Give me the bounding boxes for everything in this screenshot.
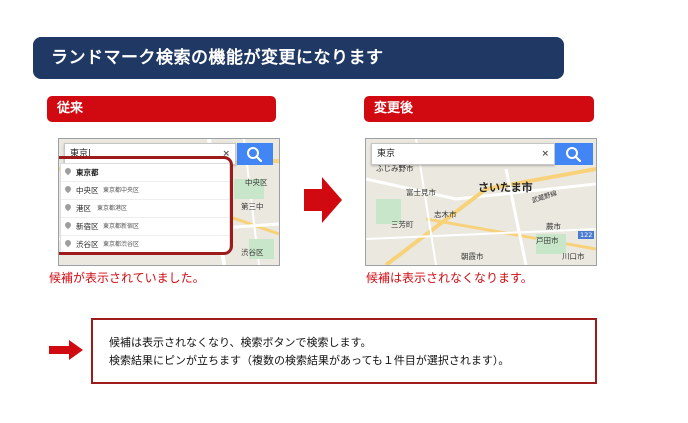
map-label: 富士見市 [406,188,436,197]
map-label: 第三中 [241,202,264,211]
right-arrow-icon [49,340,83,360]
after-header-label: 変更後 [374,101,414,116]
clear-icon[interactable]: × [541,144,549,164]
notice-line-2: 検索結果にピンが立ちます（複数の検索結果があっても１件目が選択されます）。 [109,354,510,367]
map-label: 戸田市 [536,236,559,245]
search-input[interactable]: 東京 × [371,143,555,165]
after-header: 変更後 [364,96,594,122]
search-icon [566,147,582,163]
before-header: 従来 [47,96,276,122]
before-header-label: 従来 [57,101,84,116]
search-icon [247,147,263,163]
search-button[interactable] [555,143,593,165]
after-caption: 候補は表示されなくなります。 [366,271,533,285]
right-arrow-icon [304,177,342,223]
search-query: 東京 [377,149,396,159]
map-label: 蕨市 [546,222,561,231]
after-map: ふじみ野市 富士見市 さいたま市 志木市 三芳町 朝霞市 蕨市 戸田市 川口市 … [365,138,597,266]
map-label: 中央区 [245,178,268,187]
title-banner: ランドマーク検索の機能が変更になります [33,37,564,79]
before-map: 中央区 第三中 渋谷区 東京| × 東京都 中央区 東京都中央区 港区 東京都港… [58,138,280,266]
route-badge: 122 [578,231,595,239]
map-label: 志木市 [434,210,457,219]
map-label: 渋谷区 [241,248,264,257]
notice-box: 候補は表示されなくなり、検索ボタンで検索します。 検索結果にピンが立ちます（複数… [91,318,597,384]
page-title: ランドマーク検索の機能が変更になります [51,48,384,68]
notice-line-1: 候補は表示されなくなり、検索ボタンで検索します。 [109,336,372,349]
map-label: 朝霞市 [461,252,484,261]
before-caption: 候補が表示されていました。 [49,271,205,285]
highlight-frame [59,156,233,255]
map-label: 川口市 [562,252,585,261]
search-button[interactable] [237,143,273,165]
map-label: さいたま市 [478,181,533,194]
map-label: 三芳町 [391,220,414,229]
